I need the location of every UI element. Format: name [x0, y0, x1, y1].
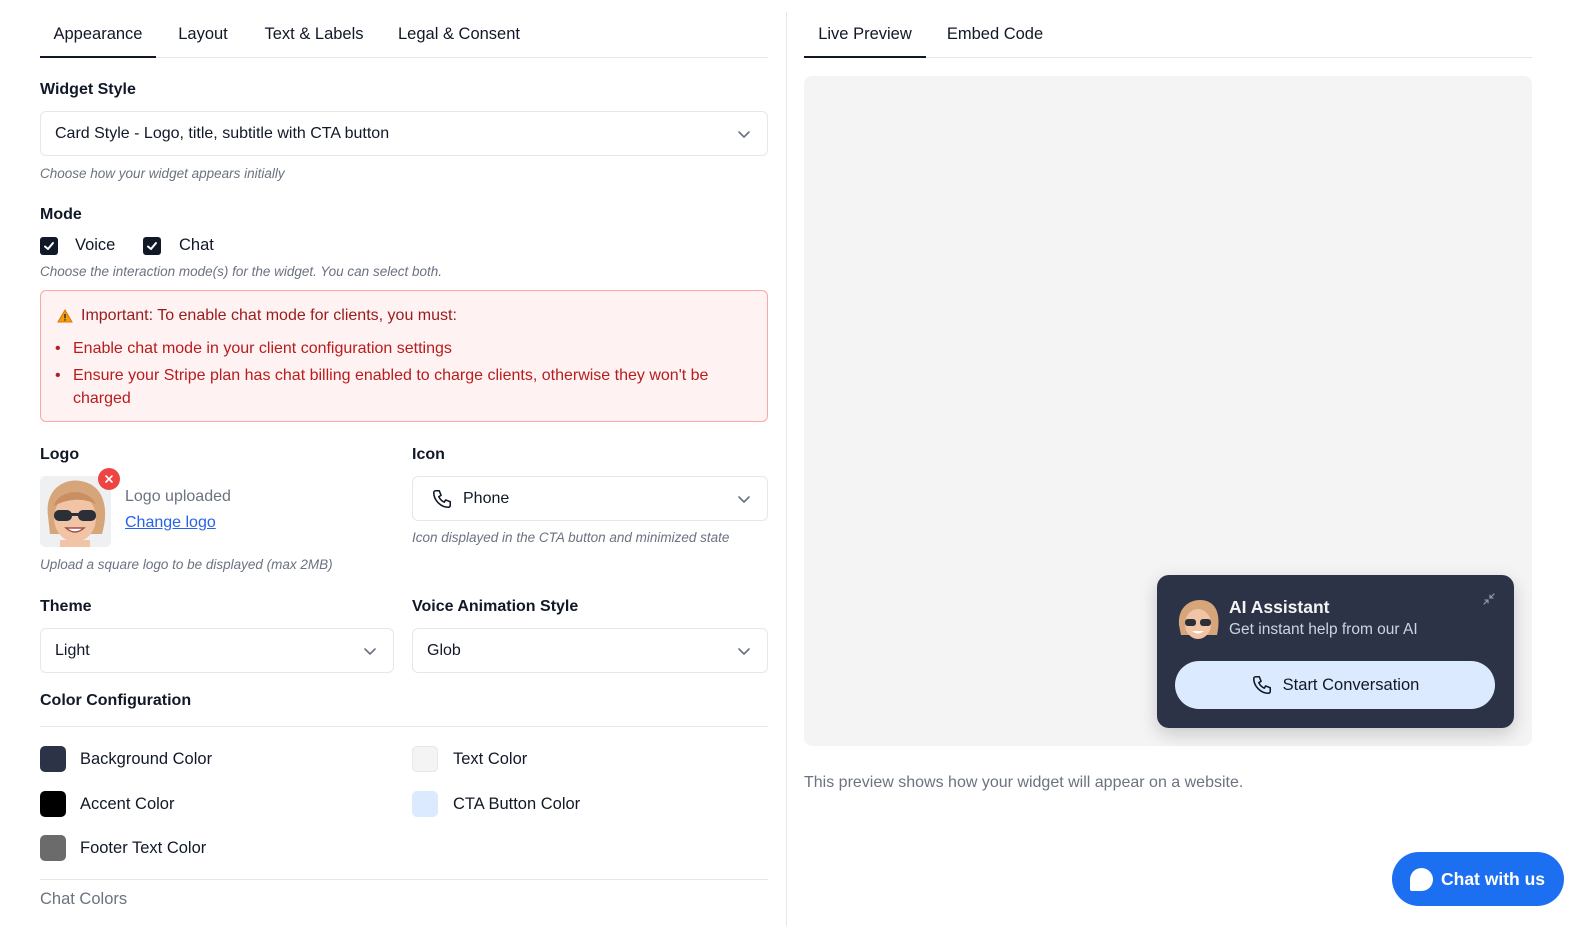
preview-note: This preview shows how your widget will … [804, 774, 1244, 791]
preview-widget-card: AI Assistant Get instant help from our A… [1157, 575, 1514, 728]
section-divider [40, 879, 768, 880]
mode-label: Mode [40, 206, 82, 223]
chat-checkbox[interactable] [143, 237, 161, 255]
live-preview-area: AI Assistant Get instant help from our A… [804, 76, 1532, 746]
chat-checkbox-label[interactable]: Chat [179, 236, 214, 255]
theme-select[interactable]: Light [40, 628, 394, 673]
icon-select-value: Phone [463, 489, 510, 507]
chat-with-us-button[interactable]: Chat with us [1392, 852, 1564, 906]
chevron-down-icon [364, 648, 376, 655]
tab-layout[interactable]: Layout [166, 12, 240, 57]
panel-divider [786, 12, 787, 926]
chat-colors-heading: Chat Colors [40, 890, 128, 908]
preview-tabs: Live Preview Embed Code [804, 12, 1532, 58]
accent-color-swatch[interactable] [40, 791, 66, 817]
minimize-icon[interactable] [1483, 593, 1495, 605]
settings-tabs: Appearance Layout Text & Labels Legal & … [40, 12, 768, 58]
voice-checkbox-label[interactable]: Voice [75, 236, 115, 255]
remove-logo-button[interactable] [98, 468, 120, 490]
preview-panel: Live Preview Embed Code AI Assistant Get… [804, 0, 1532, 926]
widget-style-label: Widget Style [40, 81, 136, 98]
chevron-down-icon [738, 648, 750, 655]
tab-text-labels[interactable]: Text & Labels [252, 12, 376, 57]
check-icon [44, 242, 54, 250]
logo-preview [40, 468, 120, 547]
voice-animation-select[interactable]: Glob [412, 628, 768, 673]
icon-hint: Icon displayed in the CTA button and min… [412, 530, 730, 545]
tab-appearance[interactable]: Appearance [40, 12, 156, 58]
logo-hint: Upload a square logo to be displayed (ma… [40, 557, 333, 572]
alert-item: Enable chat mode in your client configur… [55, 337, 745, 360]
widget-style-select[interactable]: Card Style - Logo, title, subtitle with … [40, 111, 768, 156]
cta-button-color-label: CTA Button Color [453, 795, 581, 813]
settings-panel: Appearance Layout Text & Labels Legal & … [40, 0, 768, 926]
logo-label: Logo [40, 446, 80, 463]
mode-hint: Choose the interaction mode(s) for the w… [40, 264, 442, 279]
logo-status: Logo uploaded [125, 488, 231, 505]
phone-icon [1252, 675, 1271, 695]
start-conversation-button[interactable]: Start Conversation [1175, 661, 1495, 709]
check-icon [147, 242, 157, 250]
alert-item: Ensure your Stripe plan has chat billing… [55, 364, 745, 410]
close-icon [105, 475, 113, 483]
chevron-down-icon [738, 131, 750, 138]
widget-avatar [1178, 599, 1219, 639]
widget-title: AI Assistant [1229, 597, 1330, 617]
icon-label: Icon [412, 446, 445, 463]
widget-style-value: Card Style - Logo, title, subtitle with … [55, 124, 390, 142]
voice-checkbox[interactable] [40, 237, 58, 255]
icon-select[interactable]: Phone [412, 476, 768, 521]
accent-color-label: Accent Color [80, 795, 175, 813]
voice-animation-label: Voice Animation Style [412, 598, 579, 615]
widget-style-hint: Choose how your widget appears initially [40, 166, 285, 181]
footer-text-color-label: Footer Text Color [80, 839, 207, 857]
color-config-label: Color Configuration [40, 692, 192, 709]
text-color-swatch[interactable] [412, 746, 438, 772]
change-logo-link[interactable]: Change logo [125, 514, 216, 532]
background-color-swatch[interactable] [40, 746, 66, 772]
voice-animation-value: Glob [427, 641, 461, 659]
chat-with-us-label: Chat with us [1441, 868, 1546, 889]
cta-button-color-swatch[interactable] [412, 791, 438, 817]
tab-embed-code[interactable]: Embed Code [938, 12, 1052, 57]
tab-live-preview[interactable]: Live Preview [804, 12, 926, 58]
theme-label: Theme [40, 598, 92, 615]
footer-text-color-swatch[interactable] [40, 835, 66, 861]
chat-bubble-icon [1410, 867, 1433, 891]
chevron-down-icon [738, 496, 750, 503]
start-conversation-label: Start Conversation [1282, 675, 1420, 694]
alert-title: Important: To enable chat mode for clien… [81, 307, 457, 324]
section-divider [40, 726, 768, 727]
chat-mode-alert: Important: To enable chat mode for clien… [40, 290, 768, 422]
phone-icon [432, 489, 452, 508]
widget-subtitle: Get instant help from our AI [1229, 621, 1418, 638]
theme-value: Light [55, 641, 90, 659]
tab-legal-consent[interactable]: Legal & Consent [388, 12, 530, 57]
text-color-label[interactable]: Text Color [453, 750, 527, 769]
background-color-label: Background Color [80, 750, 213, 768]
warning-icon [57, 309, 73, 323]
alert-list: Enable chat mode in your client configur… [55, 337, 745, 414]
